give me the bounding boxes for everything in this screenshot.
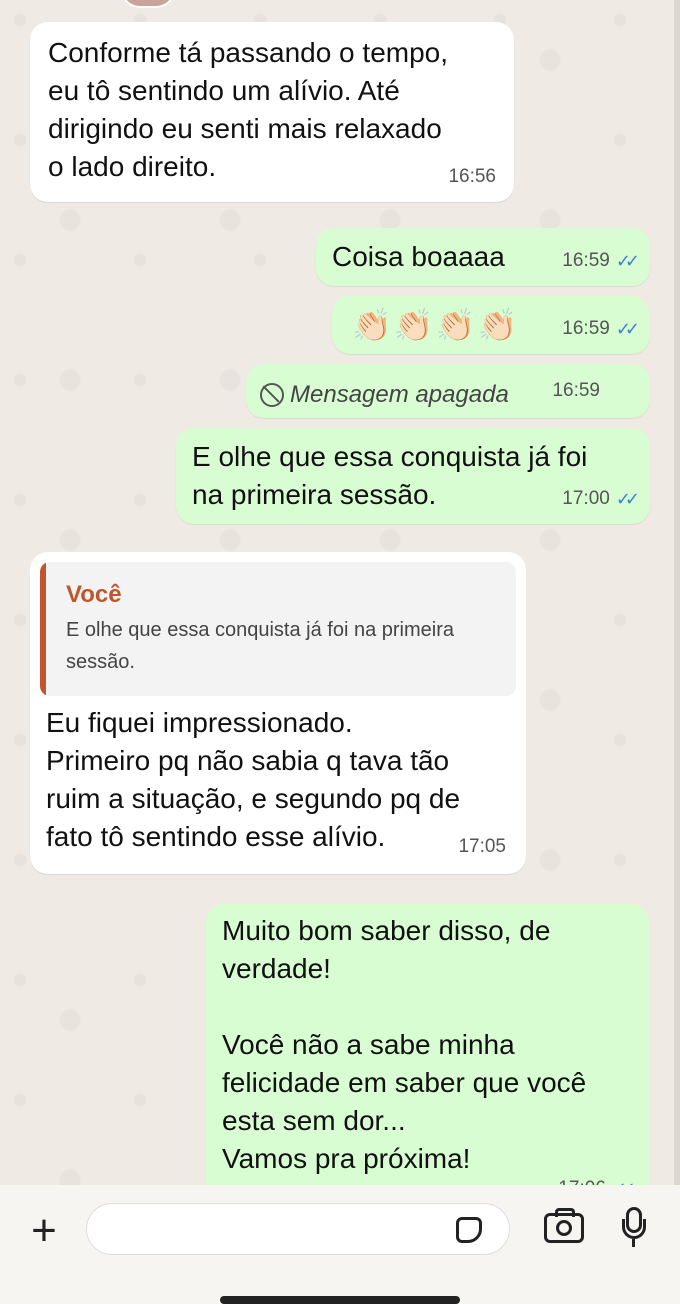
quote-author: Você bbox=[66, 581, 122, 608]
deleted-message: Mensagem apagada bbox=[260, 376, 509, 414]
message-time: 17:05 bbox=[458, 836, 506, 857]
message-text: Conforme tá passando o tempo, eu tô sent… bbox=[48, 37, 449, 182]
plus-icon[interactable]: + bbox=[24, 1209, 64, 1253]
message-time: 16:59 bbox=[552, 380, 600, 401]
message-time: 16:59 bbox=[562, 250, 610, 271]
quote-text: E olhe que essa conquista já foi na prim… bbox=[66, 619, 455, 673]
double-check-icon: ✓✓ bbox=[615, 489, 640, 509]
message-time: 16:59 bbox=[562, 318, 610, 339]
message-bubble-outgoing[interactable]: E olhe que essa conquista já foi na prim… bbox=[176, 428, 650, 524]
message-bubble-incoming[interactable]: Conforme tá passando o tempo, eu tô sent… bbox=[30, 22, 514, 202]
message-composer: + bbox=[0, 1185, 680, 1304]
message-bubble-outgoing[interactable]: Muito bom saber disso, de verdade! Você … bbox=[206, 904, 650, 1185]
message-bubble-outgoing[interactable]: Coisa boaaaa 16:59 ✓✓ bbox=[316, 228, 650, 286]
message-time: 17:06 bbox=[558, 1170, 606, 1185]
prohibited-icon bbox=[260, 383, 284, 407]
message-input[interactable] bbox=[86, 1203, 510, 1255]
double-check-icon: ✓✓ bbox=[615, 319, 640, 339]
message-text: Coisa boaaaa bbox=[332, 241, 505, 272]
message-meta: 16:59 bbox=[552, 372, 600, 410]
message-meta: 16:59 ✓✓ bbox=[562, 242, 640, 280]
message-bubble-deleted[interactable]: Mensagem apagada 16:59 bbox=[246, 364, 650, 418]
message-time: 16:56 bbox=[448, 166, 496, 187]
double-check-icon: ✓✓ bbox=[612, 1170, 636, 1185]
scroll-edge bbox=[674, 0, 680, 1185]
message-time: 17:00 bbox=[562, 488, 610, 509]
message-bubble-outgoing[interactable]: 👏🏻👏🏻👏🏻👏🏻 16:59 ✓✓ bbox=[332, 296, 650, 354]
camera-icon[interactable] bbox=[544, 1208, 584, 1243]
message-meta: 16:59 ✓✓ bbox=[562, 310, 640, 348]
quote-accent-bar bbox=[40, 562, 46, 696]
message-text: Eu fiquei impressionado. Primeiro pq não… bbox=[46, 707, 461, 852]
double-check-icon: ✓✓ bbox=[615, 251, 640, 271]
message-meta: 17:00 ✓✓ bbox=[562, 480, 640, 518]
message-emoji: 👏🏻👏🏻👏🏻👏🏻 bbox=[352, 307, 520, 343]
chat-area[interactable]: Conforme tá passando o tempo, eu tô sent… bbox=[0, 0, 680, 1185]
message-meta: 17:06 ✓✓ bbox=[558, 1170, 636, 1185]
message-text: Muito bom saber disso, de verdade! Você … bbox=[222, 915, 587, 1174]
quoted-message[interactable]: Você E olhe que essa conquista já foi na… bbox=[40, 562, 516, 696]
message-meta: 17:05 bbox=[458, 828, 506, 866]
home-indicator bbox=[220, 1296, 460, 1304]
deleted-message-label: Mensagem apagada bbox=[290, 381, 509, 408]
contact-avatar bbox=[120, 0, 176, 8]
message-bubble-incoming-reply[interactable]: Você E olhe que essa conquista já foi na… bbox=[30, 552, 526, 874]
microphone-icon[interactable] bbox=[622, 1207, 646, 1251]
message-text: E olhe que essa conquista já foi na prim… bbox=[192, 441, 588, 510]
